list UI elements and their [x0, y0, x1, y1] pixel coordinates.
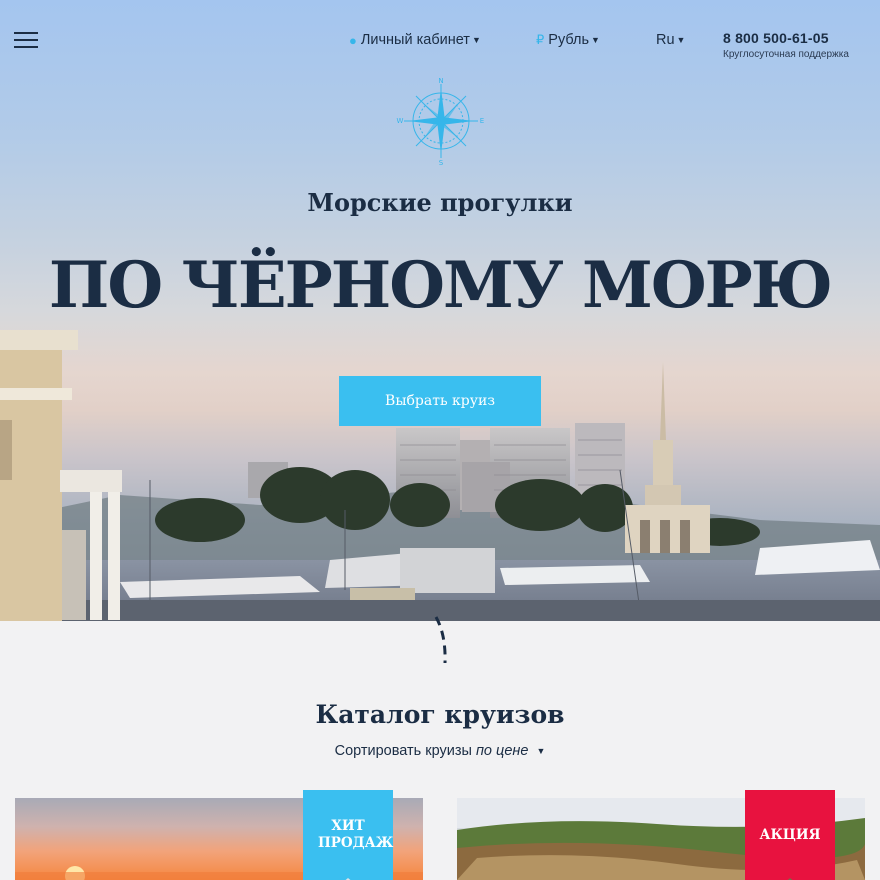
- choose-cruise-button[interactable]: Выбрать круиз: [339, 376, 541, 426]
- badge-notch: [345, 878, 351, 880]
- chevron-down-icon: ▼: [676, 35, 686, 45]
- sort-prefix: Сортировать круизы: [334, 743, 472, 759]
- hit-badge: ХИТ ПРОДАЖ: [303, 790, 393, 880]
- phone-note: Круглосуточная поддержка: [723, 49, 849, 60]
- sort-value[interactable]: по цене: [476, 743, 528, 759]
- hero-headline: ПО ЧЁРНОМУ МОРЮ: [48, 248, 833, 323]
- hamburger-menu-button[interactable]: [14, 30, 38, 50]
- hero-subtitle: Морские прогулки: [307, 188, 573, 217]
- sale-badge: АКЦИЯ: [745, 790, 835, 880]
- chevron-down-icon[interactable]: ▼: [536, 746, 545, 756]
- phone-number[interactable]: 8 800 500-61-05: [723, 30, 849, 46]
- hero-section: ● Личный кабинет ▼ ₽ Рубль ▼ Ru ▼ 8 800 …: [0, 0, 880, 621]
- chevron-down-icon: ▼: [591, 35, 600, 45]
- hit-badge-label: ХИТ ПРОДАЖ: [318, 818, 394, 851]
- account-dropdown[interactable]: ● Личный кабинет ▼: [349, 32, 481, 48]
- compass-rose-icon: N S W E: [397, 77, 485, 166]
- phone-block: 8 800 500-61-05 Круглосуточная поддержка: [723, 30, 849, 60]
- ruble-icon: ₽: [536, 32, 545, 47]
- compass-w: W: [397, 117, 404, 125]
- user-icon: ●: [349, 32, 357, 48]
- currency-label: Рубль: [548, 32, 590, 48]
- language-label: Ru: [656, 32, 675, 48]
- catalog-title: Каталог круизов: [315, 700, 565, 729]
- compass-e: E: [480, 117, 484, 125]
- sale-badge-label: АКЦИЯ: [759, 826, 821, 843]
- currency-dropdown[interactable]: ₽ Рубль ▼: [536, 32, 600, 48]
- account-label: Личный кабинет: [360, 32, 470, 48]
- sort-control: Сортировать круизы по цене ▼: [0, 743, 880, 759]
- chevron-down-icon: ▼: [471, 35, 481, 45]
- compass-n: N: [438, 77, 443, 85]
- badge-notch: [787, 878, 793, 880]
- compass-s: S: [439, 159, 444, 166]
- scroll-down-indicator: [434, 616, 447, 664]
- language-dropdown[interactable]: Ru ▼: [656, 32, 685, 48]
